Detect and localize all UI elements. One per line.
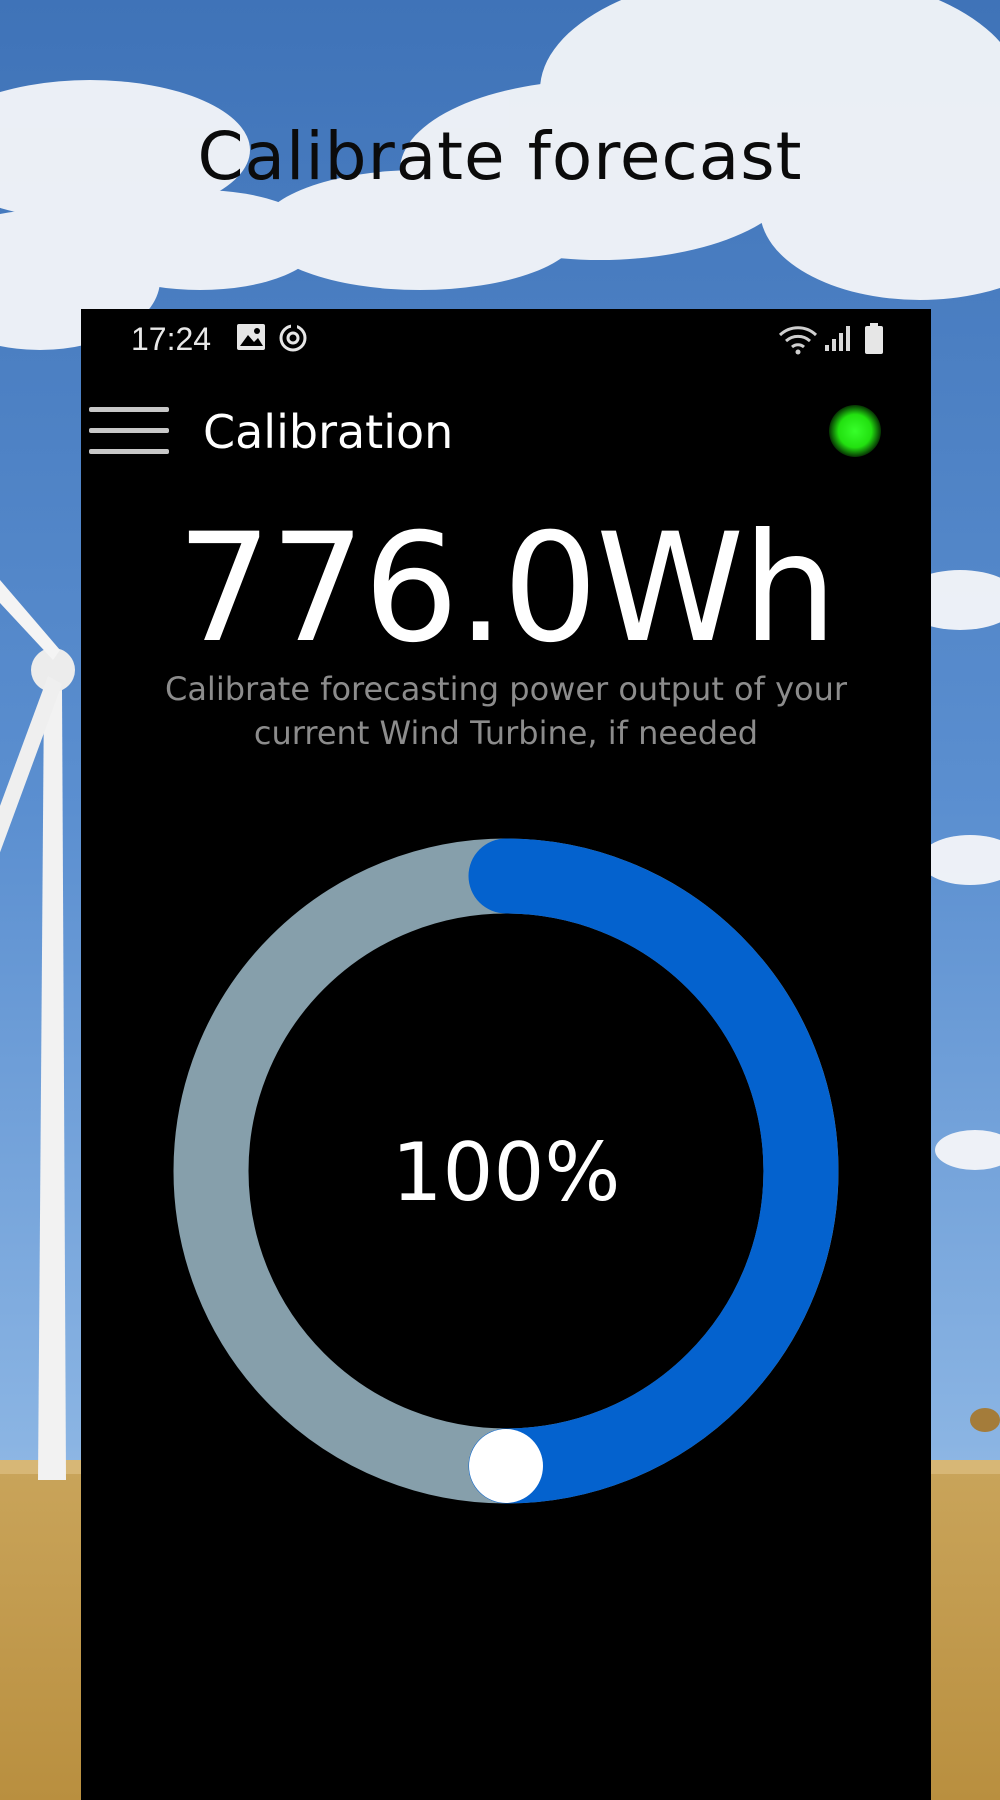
- calibration-gauge: [173, 838, 839, 1504]
- gauge-progress-arc: [468, 838, 839, 1504]
- gauge-slider-handle[interactable]: [469, 1429, 543, 1503]
- phone-screen: 17:24 Calibration 776.0Wh Calibrate fore…: [81, 309, 931, 1800]
- promo-title: Calibrate forecast: [197, 118, 803, 195]
